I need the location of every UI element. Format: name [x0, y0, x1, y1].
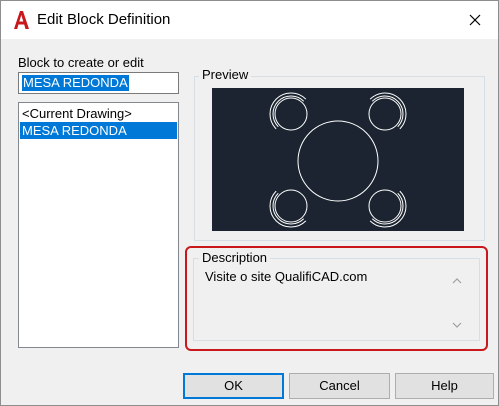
description-label: Description [199, 251, 271, 265]
list-item-current-drawing[interactable]: <Current Drawing> [20, 105, 177, 122]
description-field[interactable]: Visite o site QualifiCAD.com [197, 265, 473, 337]
block-name-value: MESA REDONDA [22, 75, 129, 91]
round-table-drawing [269, 92, 407, 228]
scroll-up-icon[interactable] [452, 277, 462, 285]
scroll-down-icon[interactable] [452, 321, 462, 329]
description-text: Visite o site QualifiCAD.com [205, 269, 368, 284]
help-button[interactable]: Help [395, 373, 494, 399]
edit-block-definition-dialog: Edit Block Definition Block to create or… [0, 0, 499, 406]
close-icon [469, 14, 481, 26]
preview-label: Preview [199, 68, 252, 82]
title-bar[interactable]: Edit Block Definition [1, 1, 498, 39]
description-scrollbar[interactable] [449, 271, 465, 333]
block-name-label: Block to create or edit [18, 55, 144, 70]
block-list[interactable]: <Current Drawing> MESA REDONDA [18, 102, 179, 348]
close-button[interactable] [452, 1, 498, 39]
dialog-title: Edit Block Definition [37, 11, 171, 28]
cancel-button[interactable]: Cancel [289, 373, 390, 399]
block-preview [212, 88, 464, 231]
list-item-mesa-redonda[interactable]: MESA REDONDA [20, 122, 177, 139]
ok-button[interactable]: OK [183, 373, 284, 399]
autocad-a-icon [14, 11, 29, 29]
block-name-input[interactable]: MESA REDONDA [18, 72, 179, 94]
